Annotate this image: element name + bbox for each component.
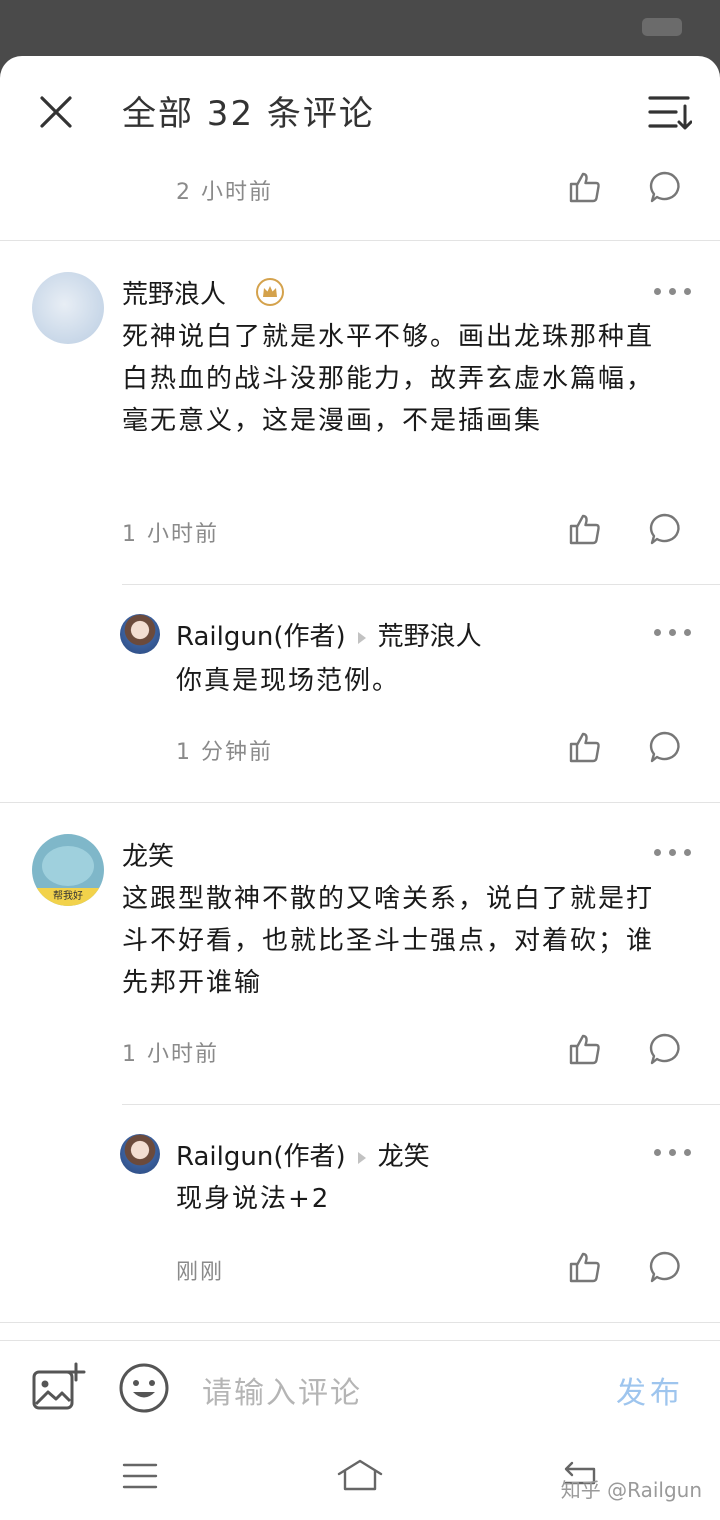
more-options-icon[interactable]: [654, 626, 694, 640]
reply-text: 现身说法+2: [176, 1184, 331, 1214]
avatar[interactable]: [120, 1134, 160, 1174]
reply-author[interactable]: Railgun(作者): [176, 1142, 346, 1172]
sheet-header: 全部 32 条评论: [0, 56, 720, 168]
comment-input-bar: 请输入评论 发布: [0, 1342, 720, 1434]
comment-time: 1 小时前: [122, 522, 219, 547]
reply-target[interactable]: 荒野浪人: [378, 622, 482, 652]
reply-time: 刚刚: [176, 1260, 225, 1285]
like-icon[interactable]: [568, 512, 602, 546]
divider: [122, 584, 720, 585]
reply-header: Railgun(作者) 龙笑: [176, 1136, 430, 1173]
comment-text: 死神说白了就是水平不够。画出龙珠那种直白热血的战斗没那能力，故弄玄虚水篇幅，毫无…: [122, 322, 655, 436]
comment-time: 2 小时前: [176, 180, 273, 205]
reply-target[interactable]: 龙笑: [378, 1142, 430, 1172]
menu-icon[interactable]: [122, 1462, 158, 1490]
reply-arrow-icon: [357, 1151, 366, 1164]
avatar-caption: 帮我好: [32, 888, 104, 906]
avatar[interactable]: [120, 614, 160, 654]
divider: [0, 1340, 720, 1341]
reply-text: 你真是现场范例。: [176, 666, 401, 696]
avatar[interactable]: [32, 272, 104, 344]
emoji-icon[interactable]: [118, 1362, 170, 1414]
close-icon[interactable]: [36, 92, 76, 132]
comment-input[interactable]: 请输入评论: [202, 1368, 362, 1412]
reply-icon[interactable]: [648, 730, 682, 764]
reply-icon[interactable]: [648, 1032, 682, 1066]
like-icon[interactable]: [568, 170, 602, 204]
add-image-icon[interactable]: [32, 1362, 86, 1412]
comment-time: 1 小时前: [122, 1042, 219, 1067]
reply-icon[interactable]: [648, 1250, 682, 1284]
more-options-icon[interactable]: [654, 285, 694, 299]
comment-author[interactable]: 龙笑: [122, 836, 174, 873]
more-options-icon[interactable]: [654, 1146, 694, 1160]
divider: [0, 240, 720, 241]
send-button[interactable]: 发布: [616, 1368, 684, 1412]
like-icon[interactable]: [568, 730, 602, 764]
divider: [0, 1322, 720, 1323]
reply-arrow-icon: [357, 631, 366, 644]
home-icon[interactable]: [336, 1458, 384, 1492]
like-icon[interactable]: [568, 1032, 602, 1066]
comments-sheet: 全部 32 条评论 2 小时前 荒野浪人 死神说白了就是水平不够。画出龙珠那种直…: [0, 56, 720, 1520]
page-title: 全部 32 条评论: [122, 94, 375, 134]
reply-icon[interactable]: [648, 512, 682, 546]
comment-author[interactable]: 荒野浪人: [122, 274, 226, 311]
reply-time: 1 分钟前: [176, 740, 273, 765]
watermark: 知乎 @Railgun: [560, 1478, 702, 1502]
comment-text: 这跟型散神不散的又啥关系，说白了就是打斗不好看，也就比圣斗士强点，对着砍；谁先邦…: [122, 884, 655, 998]
crown-badge-icon: [256, 278, 284, 306]
reply-author[interactable]: Railgun(作者): [176, 622, 346, 652]
avatar[interactable]: 帮我好: [32, 834, 104, 906]
like-icon[interactable]: [568, 1250, 602, 1284]
sort-icon[interactable]: [648, 92, 692, 132]
system-nav-bar: 知乎 @Railgun: [0, 1434, 720, 1520]
reply-icon[interactable]: [648, 170, 682, 204]
divider: [122, 1104, 720, 1105]
reply-header: Railgun(作者) 荒野浪人: [176, 616, 482, 653]
divider: [0, 802, 720, 803]
status-bar: [0, 0, 720, 56]
more-options-icon[interactable]: [654, 846, 694, 860]
battery-icon: [642, 18, 682, 36]
